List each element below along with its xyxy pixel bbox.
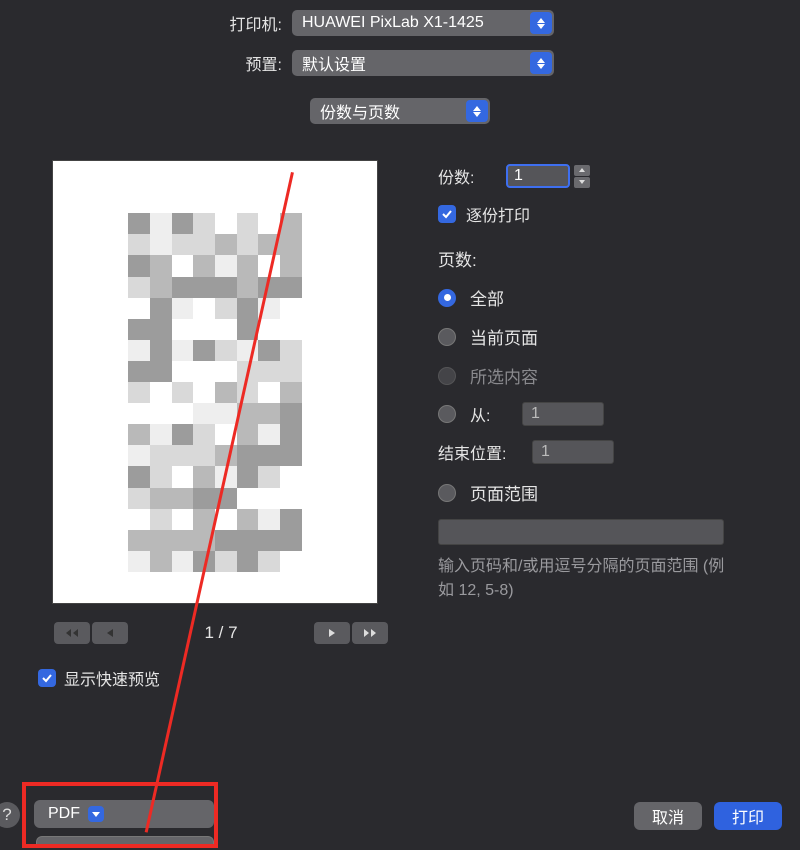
show-quick-preview-label: 显示快速预览: [64, 666, 160, 690]
pages-from-radio[interactable]: [438, 405, 456, 423]
page-counter: 1 / 7: [204, 623, 237, 643]
printer-select[interactable]: HUAWEI PixLab X1-1425: [292, 10, 554, 36]
chevron-updown-icon: [530, 52, 552, 74]
section-select-value: 份数与页数: [320, 99, 400, 123]
chevron-updown-icon: [466, 100, 488, 122]
copies-input[interactable]: [506, 164, 570, 188]
preset-select-value: 默认设置: [302, 51, 366, 75]
pages-all-radio[interactable]: [438, 289, 456, 307]
last-page-button[interactable]: [352, 622, 388, 644]
pages-range-label: 页面范围: [470, 480, 538, 505]
copies-label: 份数:: [438, 164, 496, 188]
copies-stepper[interactable]: [574, 165, 590, 188]
pages-current-label: 当前页面: [470, 324, 538, 349]
first-page-button[interactable]: [54, 622, 90, 644]
collate-checkbox[interactable]: [438, 205, 456, 223]
preview-page: [52, 160, 378, 604]
prev-page-button[interactable]: [92, 622, 128, 644]
next-page-button[interactable]: [314, 622, 350, 644]
printer-select-value: HUAWEI PixLab X1-1425: [302, 14, 484, 32]
pages-to-label: 结束位置:: [438, 440, 518, 464]
chevron-updown-icon: [530, 12, 552, 34]
pages-from-label: 从:: [470, 402, 508, 426]
print-button[interactable]: 打印: [714, 802, 782, 830]
annotation-box: [22, 782, 218, 848]
pages-header: 页数:: [438, 246, 780, 271]
show-quick-preview-checkbox[interactable]: [38, 669, 56, 687]
pages-from-input[interactable]: [522, 402, 604, 426]
printer-label: 打印机:: [20, 11, 292, 35]
pages-selection-label: 所选内容: [470, 363, 538, 388]
pages-selection-radio: [438, 367, 456, 385]
cancel-button[interactable]: 取消: [634, 802, 702, 830]
section-select[interactable]: 份数与页数: [310, 98, 490, 124]
pages-range-input[interactable]: [438, 519, 724, 545]
pages-range-radio[interactable]: [438, 484, 456, 502]
collate-label: 逐份打印: [466, 202, 530, 226]
pages-all-label: 全部: [470, 285, 504, 310]
preset-select[interactable]: 默认设置: [292, 50, 554, 76]
pages-hint: 输入页码和/或用逗号分隔的页面范围 (例如 12, 5-8): [438, 555, 738, 603]
help-button[interactable]: ?: [0, 802, 20, 828]
preset-label: 预置:: [20, 51, 292, 75]
pages-to-input[interactable]: [532, 440, 614, 464]
pages-current-radio[interactable]: [438, 328, 456, 346]
